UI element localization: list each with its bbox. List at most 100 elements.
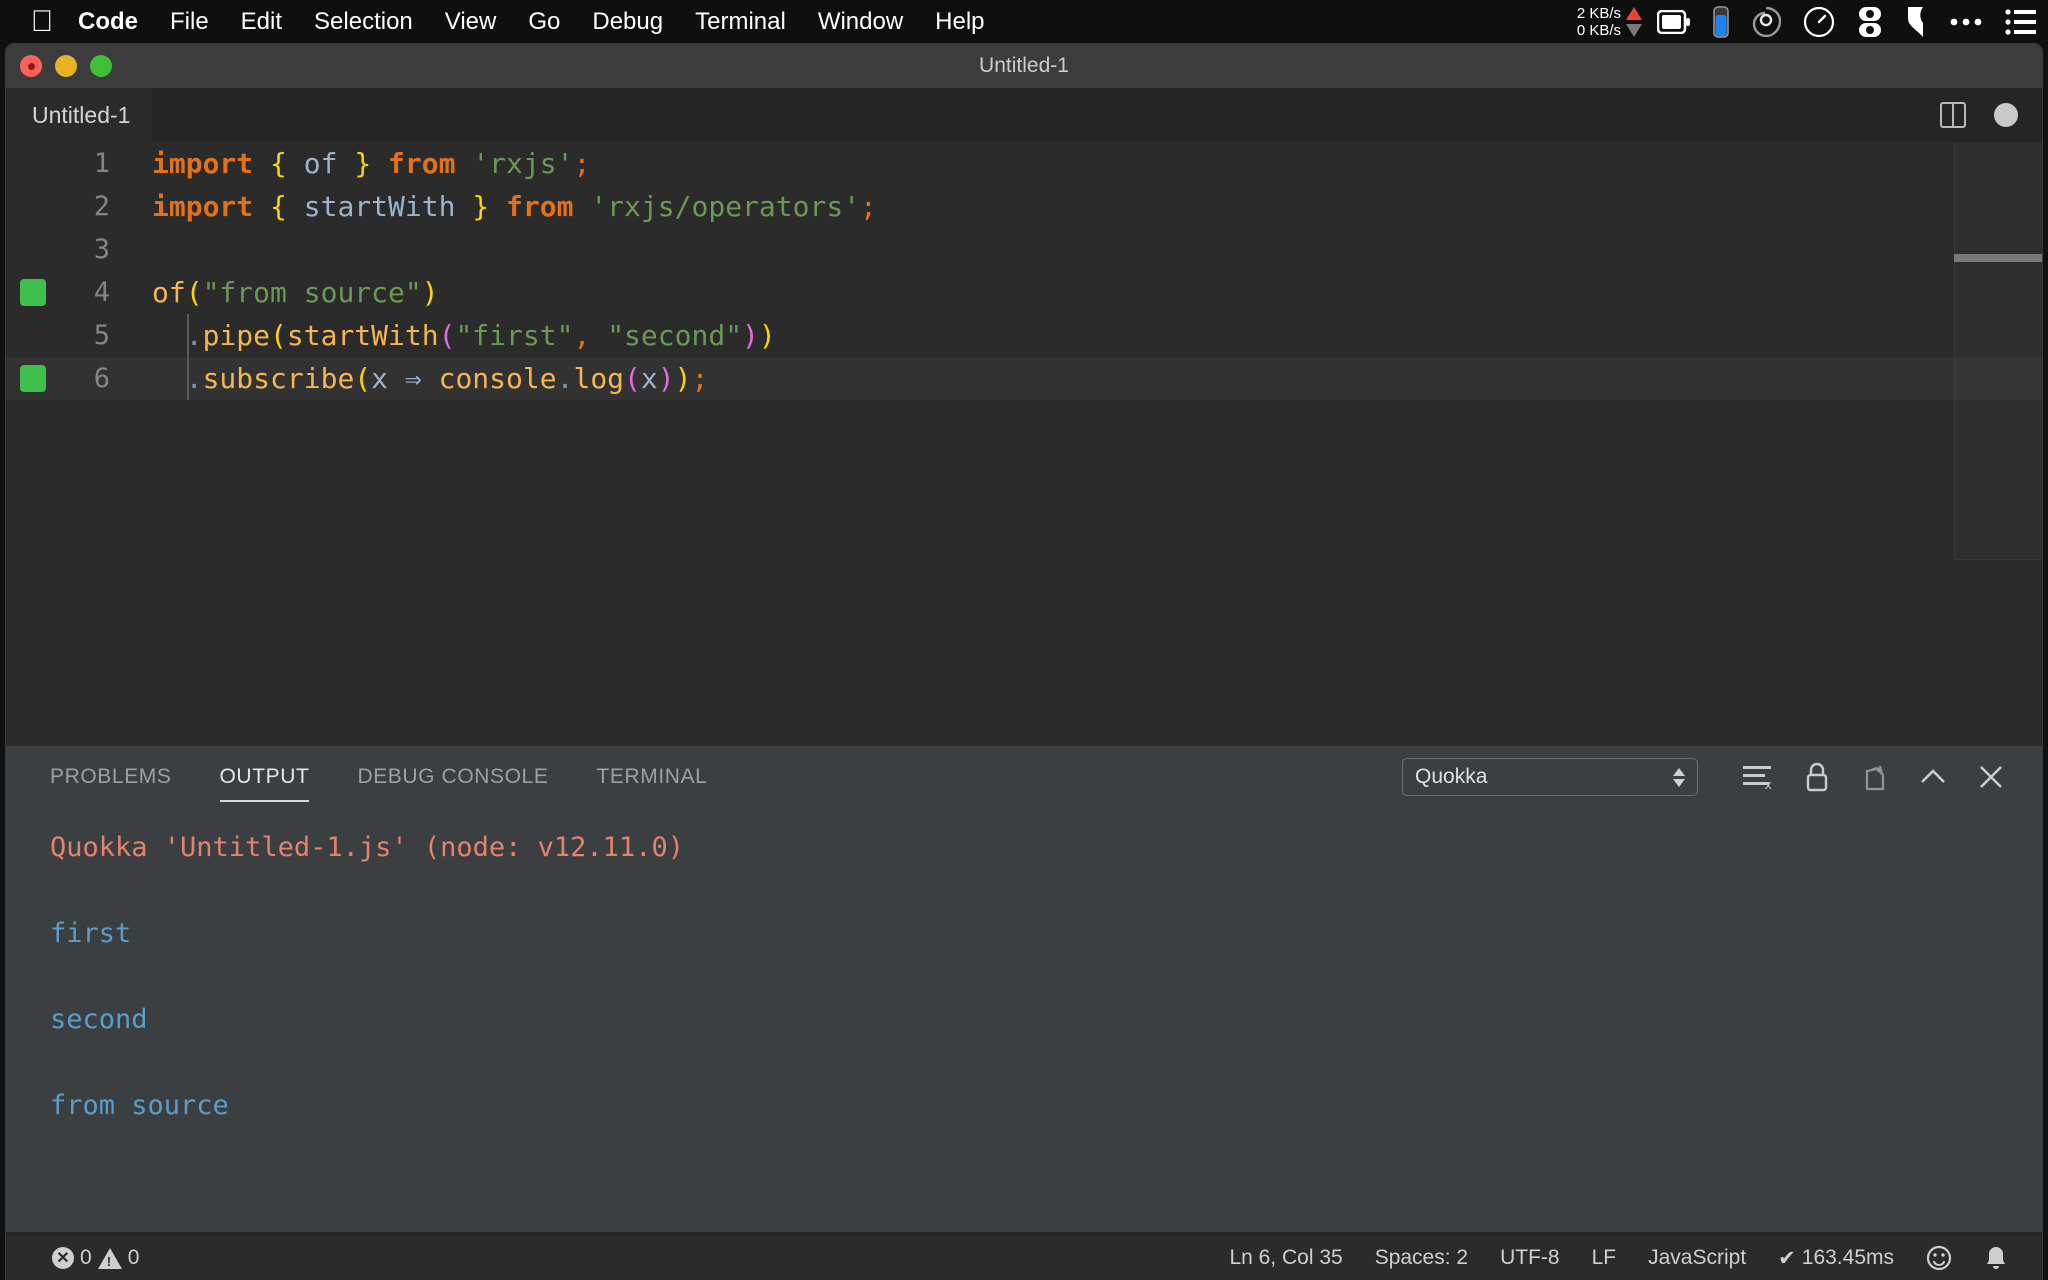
code-line-1[interactable]: 1 import { of } from 'rxjs';	[6, 142, 2042, 185]
code-editor[interactable]: 1 import { of } from 'rxjs'; 2 import { sta…	[6, 142, 2042, 746]
cloud-sync-icon[interactable]	[1740, 0, 1792, 44]
editor-vertical-scrollbar[interactable]	[1954, 142, 2042, 746]
close-window-button[interactable]	[20, 55, 42, 77]
code-token: subscribe	[202, 362, 355, 395]
minimize-window-button[interactable]	[55, 55, 77, 77]
control-center-list-icon[interactable]	[1994, 0, 2048, 44]
flag-icon[interactable]	[1894, 0, 1938, 44]
menu-item-file[interactable]: File	[154, 0, 225, 44]
code-token: import	[152, 147, 254, 180]
status-quokka-time[interactable]: ✔ 163.45ms	[1762, 1246, 1910, 1271]
code-token: ⇒	[388, 362, 439, 395]
status-problems[interactable]: ✕ 0 0	[36, 1246, 155, 1270]
vscode-window: Untitled-1 Untitled-1 1 import { of } fro…	[6, 44, 2042, 1280]
code-line-3[interactable]: 3	[6, 228, 2042, 271]
code-token: )	[742, 319, 759, 352]
output-lines: Quokka 'Untitled-1.js' (node: v12.11.0) f…	[50, 826, 2042, 1127]
code-token: )	[421, 276, 439, 309]
menu-item-terminal[interactable]: Terminal	[679, 0, 802, 44]
code-token: log	[573, 362, 625, 395]
network-speed-indicator[interactable]: 2 KB/s 0 KB/s	[1577, 5, 1642, 39]
status-eol[interactable]: LF	[1576, 1246, 1633, 1270]
bell-icon[interactable]	[1968, 1245, 2024, 1271]
menu-item-code[interactable]: Code	[62, 0, 154, 44]
code-line-5[interactable]: 5 .pipe(startWith("first", "second"))	[6, 314, 2042, 357]
menu-item-selection[interactable]: Selection	[298, 0, 429, 44]
apple-logo-icon[interactable]: 	[22, 0, 62, 44]
output-value-line: from source	[50, 1090, 229, 1121]
code-token: )	[657, 362, 675, 395]
output-blank-line	[50, 869, 2042, 912]
menu-item-window[interactable]: Window	[802, 0, 919, 44]
panel-tab-output[interactable]: OUTPUT	[219, 746, 310, 808]
battery-icon[interactable]	[1646, 0, 1702, 44]
speedometer-icon[interactable]	[1792, 0, 1846, 44]
status-indentation[interactable]: Spaces: 2	[1359, 1246, 1484, 1270]
quokka-duration: 163.45ms	[1801, 1246, 1894, 1269]
code-token: ;	[573, 147, 591, 180]
window-title: Untitled-1	[979, 54, 1069, 77]
smiley-icon[interactable]	[1910, 1245, 1968, 1271]
menu-item-go[interactable]: Go	[512, 0, 576, 44]
editor-tab-bar: Untitled-1	[6, 88, 2042, 142]
code-token: "from source"	[202, 276, 422, 309]
menu-item-debug[interactable]: Debug	[576, 0, 679, 44]
menu-bar-tray: 2 KB/s 0 KB/s	[1577, 0, 2048, 44]
code-token: import	[152, 190, 254, 223]
bottom-panel: PROBLEMS OUTPUT DEBUG CONSOLE TERMINAL Q…	[6, 746, 2042, 1232]
status-bar-left: ✕ 0 0	[6, 1246, 155, 1270]
scroll-lock-icon[interactable]	[1788, 746, 1846, 808]
code-token: 'rxjs/operators'	[590, 190, 861, 223]
output-panel-body[interactable]: Quokka 'Untitled-1.js' (node: v12.11.0) f…	[6, 808, 2042, 1232]
output-blank-line	[50, 955, 2042, 998]
clear-output-icon[interactable]: x	[1730, 746, 1788, 808]
panel-tab-problems[interactable]: PROBLEMS	[50, 746, 172, 808]
battery-level-icon[interactable]	[1702, 0, 1740, 44]
ellipsis-icon[interactable]	[1938, 0, 1994, 44]
maximize-window-button[interactable]	[90, 55, 112, 77]
toggle-switches-icon[interactable]	[1846, 0, 1894, 44]
menu-item-help[interactable]: Help	[919, 0, 1000, 44]
code-line-6[interactable]: 6 .subscribe(x ⇒ console.log(x));	[6, 357, 2042, 400]
editor-tab-untitled-1[interactable]: Untitled-1	[6, 88, 154, 142]
unsaved-indicator-icon[interactable]	[1994, 103, 2018, 127]
code-token: {	[270, 147, 287, 180]
code-lines: 1 import { of } from 'rxjs'; 2 import { sta…	[6, 142, 2042, 400]
upload-arrow-icon	[1626, 7, 1642, 20]
collapse-panel-icon[interactable]	[1904, 746, 1962, 808]
scrollbar-thumb[interactable]	[1954, 254, 2042, 262]
status-language-mode[interactable]: JavaScript	[1632, 1246, 1762, 1270]
output-channel-value: Quokka	[1415, 765, 1488, 788]
status-encoding[interactable]: UTF-8	[1484, 1246, 1576, 1270]
split-editor-icon[interactable]	[1940, 102, 1966, 128]
editor-tab-label: Untitled-1	[32, 101, 131, 128]
code-token: (	[270, 319, 287, 352]
menu-item-edit[interactable]: Edit	[225, 0, 298, 44]
output-value-line: first	[50, 918, 132, 949]
panel-tab-terminal[interactable]: TERMINAL	[596, 746, 707, 808]
error-count: 0	[80, 1246, 92, 1269]
download-arrow-icon	[1626, 24, 1642, 37]
code-token: 'rxjs'	[472, 147, 574, 180]
code-line-4[interactable]: 4 of("from source")	[6, 271, 2042, 314]
code-token: (	[354, 362, 372, 395]
code-token: )	[758, 319, 776, 352]
close-panel-icon[interactable]	[1962, 746, 2020, 808]
output-channel-select[interactable]: Quokka	[1402, 758, 1698, 796]
status-cursor-position[interactable]: Ln 6, Col 35	[1213, 1246, 1358, 1270]
menu-item-view[interactable]: View	[429, 0, 513, 44]
line-number: 1	[93, 148, 110, 179]
code-line-2[interactable]: 2 import { startWith } from 'rxjs/operato…	[6, 185, 2042, 228]
output-header-line: Quokka 'Untitled-1.js' (node: v12.11.0)	[50, 832, 684, 863]
code-line-text: import { of } from 'rxjs';	[132, 147, 590, 180]
code-token: "second"	[607, 319, 743, 352]
open-in-editor-icon[interactable]	[1846, 746, 1904, 808]
close-dot-icon	[27, 62, 35, 70]
panel-tab-debug-console[interactable]: DEBUG CONSOLE	[357, 746, 548, 808]
